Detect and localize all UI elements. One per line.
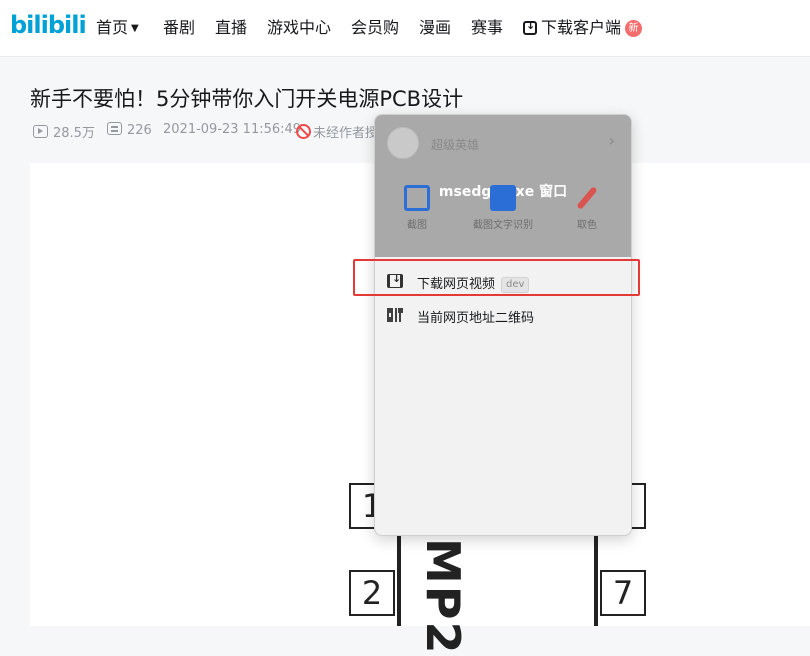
copyright-notice-text: 未经作者授 xyxy=(313,126,379,141)
pin-7: 7 xyxy=(600,570,646,616)
download-icon xyxy=(523,19,537,35)
danmaku-count-value: 226 xyxy=(127,123,152,138)
nav-bangumi[interactable]: 番剧 xyxy=(163,14,195,38)
nav-vip-shop[interactable]: 会员购 xyxy=(351,14,399,38)
crop-icon xyxy=(404,185,430,211)
menu-qr-code-label: 当前网页地址二维码 xyxy=(417,311,535,326)
video-title: 新手不要怕！5分钟带你入门开关电源PCB设计 xyxy=(30,87,464,111)
bilibili-logo[interactable]: bilibili xyxy=(10,11,87,39)
nav-home[interactable]: 首页 ▼ xyxy=(96,14,139,38)
tool-screenshot[interactable]: 截图 xyxy=(387,185,447,232)
nav-home-label: 首页 xyxy=(96,18,129,37)
download-client-label: 下载客户端 xyxy=(541,18,622,37)
chip-label: MP2 xyxy=(416,538,470,656)
copyright-notice: 未经作者授 xyxy=(296,122,378,141)
nav-download-client[interactable]: 下载客户端新 xyxy=(523,14,643,38)
prohibited-icon xyxy=(296,124,311,139)
user-name: 超级英雄 xyxy=(431,138,480,152)
nav-esports[interactable]: 赛事 xyxy=(471,14,503,38)
chevron-down-icon: ▼ xyxy=(131,23,139,34)
view-count: 28.5万 xyxy=(33,122,95,141)
danmaku-count: 226 xyxy=(107,122,152,138)
tool-color-picker[interactable]: 取色 xyxy=(557,185,617,232)
tool-ocr[interactable]: 截图文字识别 xyxy=(473,185,533,232)
chip-outline-right xyxy=(594,530,598,626)
ocr-icon xyxy=(490,185,516,211)
top-nav: bilibili 首页▼ 番剧 直播 游戏中心 会员购 漫画 赛事 下载客户端新 xyxy=(0,0,810,57)
view-count-value: 28.5万 xyxy=(53,126,95,141)
tool-ocr-label: 截图文字识别 xyxy=(473,220,533,231)
qr-code-icon xyxy=(387,308,403,322)
new-badge: 新 xyxy=(625,20,643,37)
tool-color-picker-label: 取色 xyxy=(577,220,597,231)
danmaku-icon xyxy=(107,122,122,135)
play-count-icon xyxy=(33,125,48,138)
highlight-box xyxy=(353,259,640,296)
nav-game-center[interactable]: 游戏中心 xyxy=(267,14,331,38)
color-picker-icon xyxy=(576,186,598,210)
pin-2: 2 xyxy=(349,570,395,616)
chip-outline-left xyxy=(397,530,401,626)
nav-manga[interactable]: 漫画 xyxy=(419,14,451,38)
avatar[interactable] xyxy=(387,127,419,159)
popup-header: 超级英雄 › msedge.exe 窗口 截图 截图文字识别 取色 xyxy=(375,115,631,257)
quicker-popup: 超级英雄 › msedge.exe 窗口 截图 截图文字识别 取色 下载网页视频… xyxy=(374,114,632,536)
nav-live[interactable]: 直播 xyxy=(215,14,247,38)
menu-qr-code[interactable]: 当前网页地址二维码 xyxy=(375,299,631,333)
tool-screenshot-label: 截图 xyxy=(407,220,427,231)
chevron-right-icon[interactable]: › xyxy=(609,131,615,150)
publish-date: 2021-09-23 11:56:49 xyxy=(163,122,302,137)
